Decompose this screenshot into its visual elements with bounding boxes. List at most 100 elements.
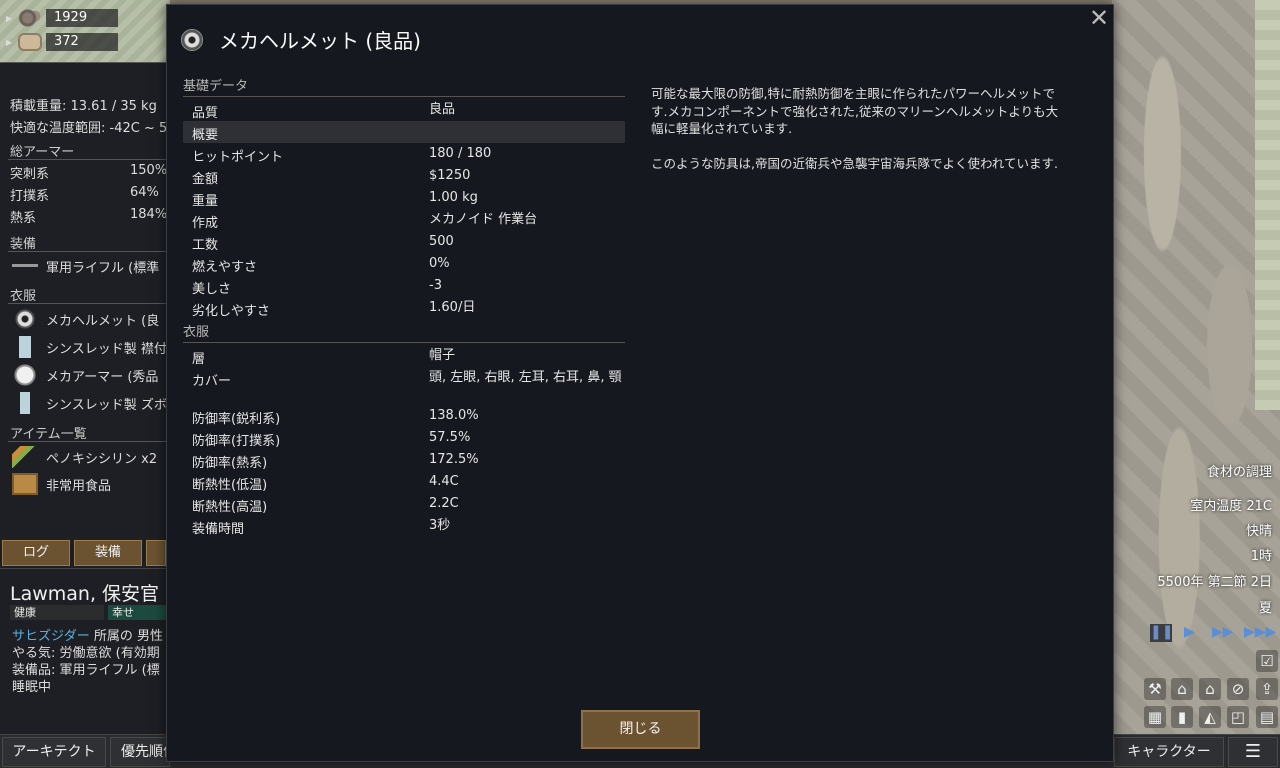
architect-button[interactable]: アーキテクト: [2, 737, 106, 767]
apparel-item[interactable]: シンスレッド製 襟付: [12, 336, 167, 358]
dialog-title: メカヘルメット (良品): [219, 29, 421, 53]
forbid-icon[interactable]: ⊘: [1227, 678, 1249, 700]
item-info-dialog: ✕ メカヘルメット (良品) 基礎データ 品質 良品 概要 ヒットポイント 180 …: [166, 4, 1114, 762]
stat-row[interactable]: 概要: [183, 121, 625, 143]
mood-label: 幸せ: [112, 606, 134, 619]
description-paragraph: 可能な最大限の防御,特に耐熱防御を主眼に作られたパワーヘルメットです.メカコンポ…: [651, 86, 1059, 136]
zone-icon[interactable]: ◰: [1227, 706, 1249, 728]
armor-blunt-value: 64%: [130, 185, 159, 200]
characters-button[interactable]: キャラクター: [1114, 737, 1224, 767]
stat-row[interactable]: 層帽子: [183, 345, 625, 367]
beauty-icon[interactable]: ◭: [1199, 706, 1221, 728]
character-card: Lawman, 保安官 健康 幸せ サヒズジダー 所属の 男性 やる気: 労働意…: [0, 568, 166, 734]
armor-heat-value: 184%: [130, 207, 168, 222]
tab-more[interactable]: [146, 540, 166, 566]
inspect-tabs: ログ 装備: [0, 538, 166, 568]
tab-gear[interactable]: 装備: [74, 540, 142, 566]
resource-stone-count: 372: [46, 33, 118, 51]
resource-silver-count: 1929: [46, 9, 118, 27]
rifle-icon: [12, 255, 38, 277]
mood-bar: 幸せ: [108, 605, 166, 620]
stat-row[interactable]: 品質 良品: [183, 99, 625, 121]
apparel-item[interactable]: メカヘルメット (良: [12, 308, 159, 330]
item-description: 可能な最大限の防御,特に耐熱防御を主眼に作られたパワーヘルメットです.メカコンポ…: [651, 85, 1063, 189]
carry-weight: 積載重量: 13.61 / 35 kg: [10, 99, 157, 114]
health-label: 健康: [14, 606, 36, 619]
divider: [8, 159, 166, 160]
divider: [8, 303, 166, 304]
stat-row[interactable]: 重量 1.00 kg: [183, 187, 625, 209]
weather: 快晴: [1245, 524, 1272, 539]
close-icon[interactable]: ✕: [1087, 6, 1111, 31]
pants-icon: [12, 392, 38, 414]
stat-row[interactable]: 美しさ -3: [183, 275, 625, 297]
inventory-heading: アイテム一覧: [10, 427, 87, 442]
speed-fast-button[interactable]: ▶▶: [1212, 624, 1234, 642]
silver-icon: [18, 9, 42, 27]
stat-row[interactable]: 工数 500: [183, 231, 625, 253]
character-name: Lawman, 保安官: [10, 583, 160, 605]
checklist-icon[interactable]: ☑: [1256, 650, 1278, 672]
stats-icon[interactable]: ▮: [1171, 706, 1193, 728]
health-bar: 健康: [10, 605, 104, 620]
apparel-item[interactable]: メカアーマー (秀品: [12, 364, 158, 386]
pause-button[interactable]: ❚❚: [1150, 624, 1173, 642]
comfy-temperature: 快適な温度範囲: -42C ~ 5: [10, 121, 168, 136]
armor-sharp-value: 150%: [130, 163, 168, 178]
shirt-icon: [12, 336, 38, 358]
season: 夏: [1258, 601, 1272, 616]
current-activity: 食材の調理: [1206, 465, 1272, 480]
home-zone-icon[interactable]: ⌂: [1171, 678, 1193, 700]
stat-row[interactable]: 金額 $1250: [183, 165, 625, 187]
divider: [8, 251, 166, 252]
helmet-icon: [12, 308, 38, 330]
resource-silver[interactable]: ▶ 1929: [6, 8, 118, 28]
resource-stone[interactable]: ▶ 372: [6, 32, 118, 52]
hour: 1時: [1250, 549, 1272, 564]
stat-row[interactable]: 断熱性(高温) 2.2C: [183, 493, 625, 515]
tab-log[interactable]: ログ: [2, 540, 70, 566]
stat-row[interactable]: 防御率(鋭利系) 138.0%: [183, 405, 625, 427]
section-heading-apparel: 衣服: [183, 325, 625, 343]
stone-block-icon: [18, 33, 42, 51]
stat-row[interactable]: 防御率(熱系) 172.5%: [183, 449, 625, 471]
helmet-icon: [181, 29, 203, 51]
grid-icon[interactable]: ▦: [1144, 706, 1166, 728]
food-pack-icon: [12, 473, 38, 495]
build-tool-icon[interactable]: ⚒: [1144, 678, 1166, 700]
armor-icon: [12, 364, 38, 386]
inventory-item[interactable]: 非常用食品: [12, 473, 111, 495]
speed-superfast-button[interactable]: ▶▶▶: [1244, 624, 1276, 642]
stat-row[interactable]: 劣化しやすさ 1.60/日: [183, 297, 625, 319]
stat-row[interactable]: ヒットポイント 180 / 180: [183, 143, 625, 165]
list-icon[interactable]: ☰: [1228, 737, 1278, 767]
stat-row[interactable]: カバー 頭, 左眼, 右眼, 左耳, 右耳, 鼻, 顎: [183, 367, 625, 405]
expand-arrow-icon[interactable]: ▶: [6, 14, 18, 23]
inventory-item[interactable]: ペノキシシリン x2: [12, 446, 157, 468]
armor-heading: 総アーマー: [10, 145, 75, 160]
apparel-item[interactable]: シンスレッド製 ズボ: [12, 392, 167, 414]
stat-row[interactable]: 断熱性(低温) 4.4C: [183, 471, 625, 493]
roof-zone-icon[interactable]: ⌂: [1199, 678, 1221, 700]
close-button[interactable]: 閉じる: [581, 710, 700, 749]
equipment-item[interactable]: 軍用ライフル (標準: [12, 255, 159, 277]
priority-button[interactable]: 優先順位: [110, 737, 170, 767]
divider: [8, 441, 166, 442]
stat-row[interactable]: 燃えやすさ 0%: [183, 253, 625, 275]
section-heading-basics: 基礎データ: [183, 79, 625, 97]
equipment-heading: 装備: [10, 237, 37, 252]
stat-row[interactable]: 防御率(打撲系) 57.5%: [183, 427, 625, 449]
armor-sharp-label: 突刺系: [10, 167, 50, 182]
world-map-edge: [1255, 0, 1280, 410]
status-line: 睡眠中: [12, 680, 52, 695]
indoor-temperature: 室内温度 21C: [1190, 499, 1272, 514]
date: 5500年 第二節 2日: [1157, 575, 1272, 590]
expand-arrow-icon[interactable]: ▶: [6, 38, 18, 47]
medicine-icon: [12, 446, 38, 468]
stat-row[interactable]: 作成 メカノイド 作業台: [183, 209, 625, 231]
apparel-heading: 衣服: [10, 289, 37, 304]
speed-normal-button[interactable]: ▶: [1184, 624, 1195, 642]
area-home-icon[interactable]: ⇪: [1256, 678, 1278, 700]
temperature-icon[interactable]: ▤: [1256, 706, 1278, 728]
stat-row[interactable]: 装備時間 3秒: [183, 515, 625, 537]
